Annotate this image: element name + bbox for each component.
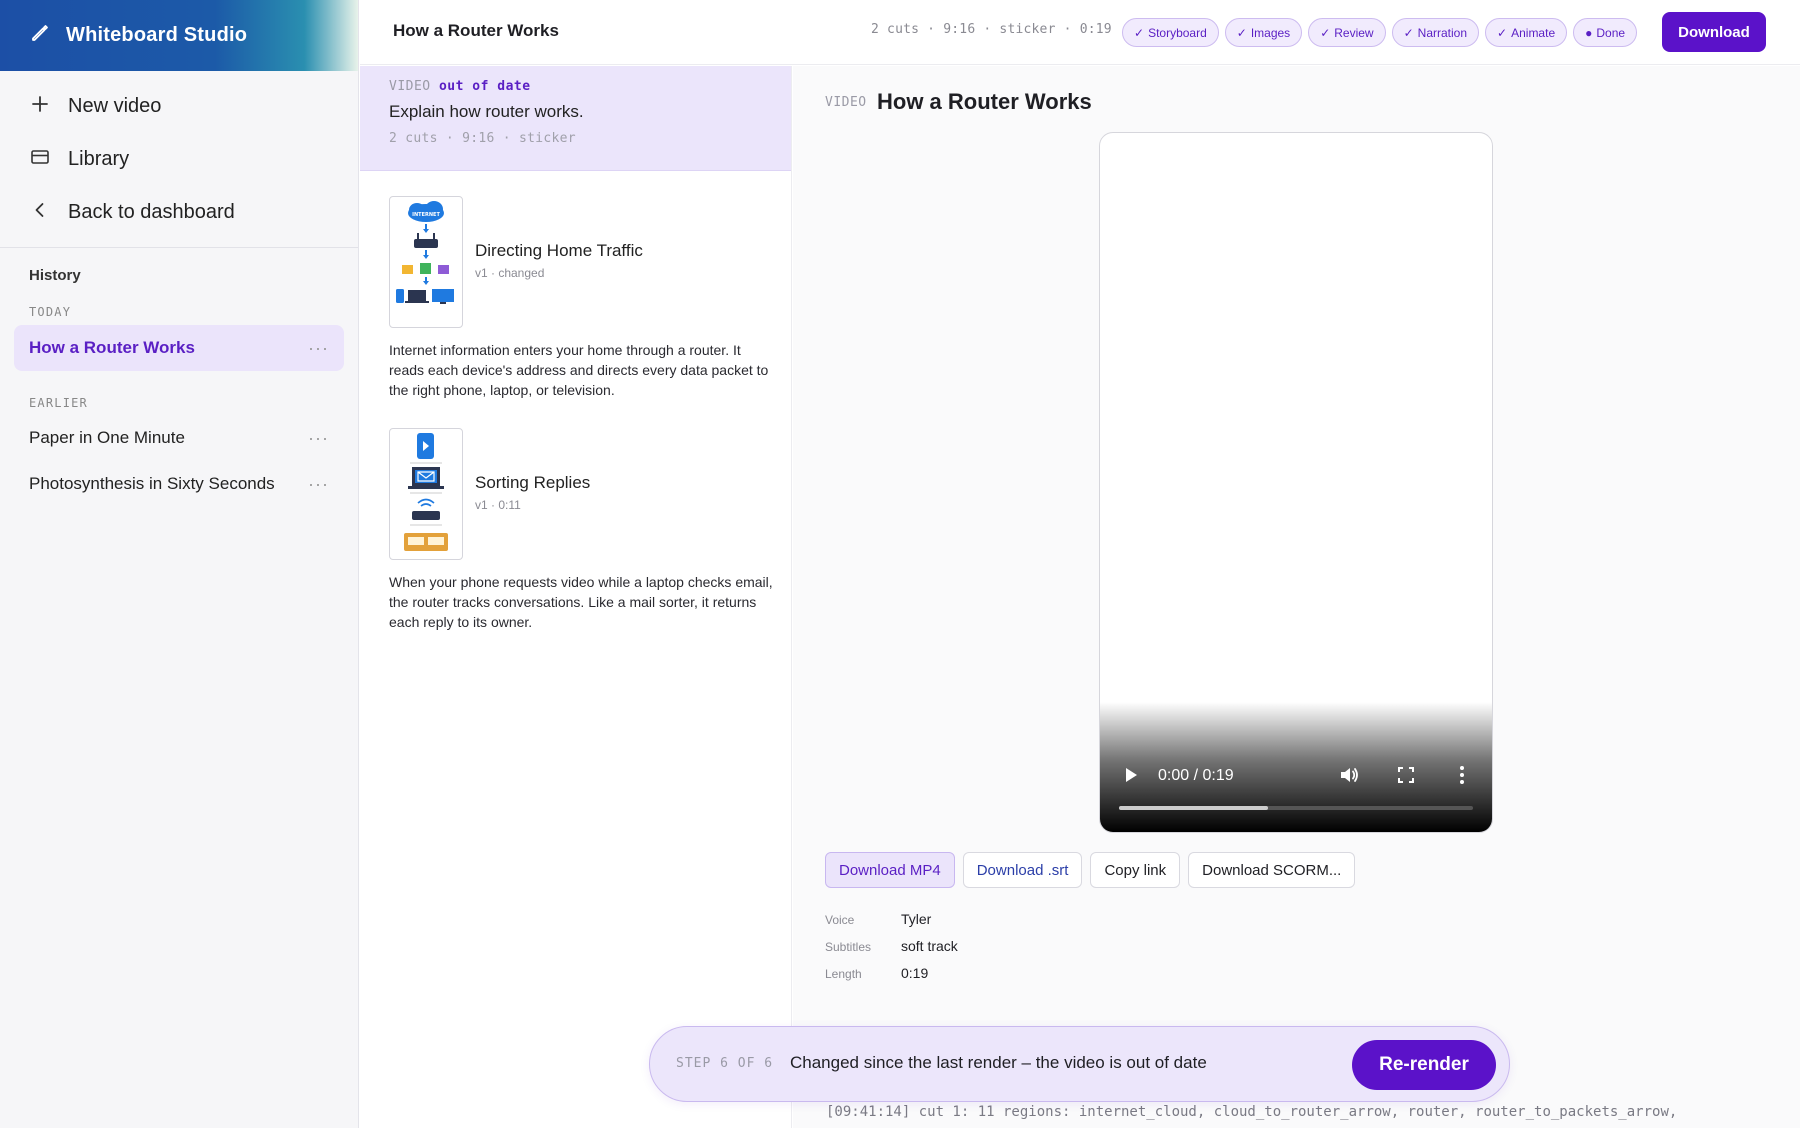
download-srt-button[interactable]: Download .srt <box>962 852 1083 888</box>
step-label: Animate <box>1511 25 1556 40</box>
video-progress-bar[interactable] <box>1119 806 1473 810</box>
cut-title: Sorting Replies <box>475 473 591 492</box>
out-of-date-banner: STEP 6 OF 6 Changed since the last rende… <box>649 1026 1510 1102</box>
step-narration[interactable]: ✓ Narration <box>1391 18 1480 47</box>
step-storyboard[interactable]: ✓ Storyboard <box>1122 18 1219 47</box>
cloud-label: INTERNET <box>412 212 440 218</box>
sidebar-nav: New video Library Back to dashboard <box>0 80 358 239</box>
nav-back-to-dashboard[interactable]: Back to dashboard <box>0 186 358 239</box>
plus-icon <box>30 94 50 120</box>
cut-narration: Internet information enters your home th… <box>389 342 769 398</box>
cut-status: v1 · changed <box>475 266 545 280</box>
video-progress-fill <box>1119 806 1268 810</box>
prompt-label: VIDEO <box>389 79 431 94</box>
cut-title: Directing Home Traffic <box>475 241 643 260</box>
info-key: Voice <box>825 913 855 927</box>
step-label: Review <box>1334 25 1374 40</box>
history-item-paper-in-one-minute[interactable]: Paper in One Minute ··· <box>14 415 344 461</box>
step-label: Storyboard <box>1148 25 1207 40</box>
step-indicator: STEP 6 OF 6 <box>676 1056 774 1071</box>
cut-duration: v1 · 0:11 <box>475 498 521 512</box>
video-player[interactable]: 0:00 / 0:19 <box>1099 132 1493 833</box>
storyboard-column: VIDEO out of date Explain how router wor… <box>360 66 792 1128</box>
history-heading: History <box>29 267 81 284</box>
check-icon: ✓ <box>1497 25 1508 40</box>
more-options-icon[interactable]: ··· <box>308 428 329 449</box>
step-animate[interactable]: ✓ Animate <box>1485 18 1568 47</box>
download-scorm-button[interactable]: Download SCORM... <box>1188 852 1356 888</box>
video-title: How a Router Works <box>877 89 1092 114</box>
step-review[interactable]: ✓ Review <box>1308 18 1386 47</box>
pipeline-steps: ✓ Storyboard ✓ Images ✓ Review ✓ Narration ✓… <box>1122 18 1638 47</box>
step-label: Images <box>1250 25 1291 40</box>
history-group-today: TODAY <box>29 305 72 319</box>
nav-back-label: Back to dashboard <box>68 201 235 223</box>
nav-new-video[interactable]: New video <box>0 80 358 133</box>
info-value: soft track <box>901 938 958 954</box>
brand-header[interactable]: Whiteboard Studio <box>0 0 358 71</box>
nav-new-video-label: New video <box>68 95 162 117</box>
nav-library-label: Library <box>68 148 130 170</box>
download-actions: Download MP4 Download .srt Copy link Dow… <box>825 852 1356 888</box>
cut-narration: When your phone requests video while a l… <box>389 574 773 630</box>
copy-link-button[interactable]: Copy link <box>1090 852 1181 888</box>
project-meta: 2 cuts · 9:16 · sticker · 0:19 <box>871 22 1112 37</box>
check-icon: ✓ <box>1403 25 1414 40</box>
play-icon[interactable] <box>1122 766 1140 784</box>
pencil-icon <box>30 23 50 48</box>
chevron-left-icon <box>30 200 50 226</box>
info-subtitles: Subtitles soft track <box>825 938 958 954</box>
prompt-text: Explain how router works. <box>389 102 584 121</box>
info-value: Tyler <box>901 911 932 927</box>
history-group-earlier: EARLIER <box>29 396 88 410</box>
out-of-date-badge: out of date <box>438 79 531 94</box>
sidebar-divider <box>0 247 358 248</box>
info-voice: Voice Tyler <box>825 911 931 927</box>
history-item-title: Paper in One Minute <box>29 428 185 447</box>
more-options-icon[interactable]: ··· <box>308 474 329 495</box>
project-title: How a Router Works <box>393 21 559 40</box>
history-item-title: Photosynthesis in Sixty Seconds <box>29 474 275 493</box>
step-label: Narration <box>1417 25 1468 40</box>
nav-library[interactable]: Library <box>0 133 358 186</box>
check-icon: ✓ <box>1134 25 1145 40</box>
cut-card-1[interactable]: INTERNET Directing Home Traffic v1 · cha… <box>389 196 769 398</box>
video-label: VIDEO <box>825 95 867 110</box>
more-options-icon[interactable]: ··· <box>308 338 329 359</box>
history-item-how-a-router-works[interactable]: How a Router Works ··· <box>14 325 344 371</box>
fullscreen-icon[interactable] <box>1396 765 1416 785</box>
info-key: Length <box>825 967 862 981</box>
info-value: 0:19 <box>901 965 929 981</box>
more-vertical-icon[interactable] <box>1458 764 1466 786</box>
cut-card-2[interactable]: Sorting Replies v1 · 0:11 When your phon… <box>389 428 773 630</box>
info-key: Subtitles <box>825 940 872 954</box>
cut-thumbnail[interactable]: INTERNET <box>389 196 463 328</box>
check-icon: ✓ <box>1236 25 1247 40</box>
sidebar: Whiteboard Studio New video Library Back… <box>0 0 359 1128</box>
banner-message: Changed since the last render – the vide… <box>790 1053 1207 1072</box>
history-item-photosynthesis[interactable]: Photosynthesis in Sixty Seconds ··· <box>14 461 344 507</box>
download-mp4-button[interactable]: Download MP4 <box>825 852 955 888</box>
step-label: Done <box>1596 25 1626 40</box>
check-icon: ✓ <box>1320 25 1331 40</box>
re-render-button[interactable]: Re-render <box>1352 1040 1496 1090</box>
prompt-label-row: VIDEO out of date <box>389 79 762 94</box>
app-title: Whiteboard Studio <box>66 24 248 46</box>
prompt-card[interactable]: VIDEO out of date Explain how router wor… <box>360 66 791 171</box>
step-done[interactable]: ● Done <box>1573 18 1638 47</box>
download-button[interactable]: Download <box>1662 12 1766 52</box>
step-images[interactable]: ✓ Images <box>1224 18 1303 47</box>
info-length: Length 0:19 <box>825 965 928 981</box>
prompt-meta: 2 cuts · 9:16 · sticker <box>389 131 576 146</box>
cut-thumbnail[interactable] <box>389 428 463 560</box>
volume-icon[interactable] <box>1338 764 1360 786</box>
top-bar: How a Router Works 2 cuts · 9:16 · stick… <box>360 0 1800 65</box>
time-readout: 0:00 / 0:19 <box>1158 767 1234 784</box>
video-pane: VIDEO How a Router Works 0:00 / 0:19 Dow… <box>793 66 1800 1128</box>
render-log: [09:41:14] cut 1: 11 regions: internet_c… <box>826 1104 1678 1120</box>
dot-icon: ● <box>1585 25 1593 40</box>
history-item-title: How a Router Works <box>29 338 195 357</box>
library-icon <box>30 147 50 173</box>
